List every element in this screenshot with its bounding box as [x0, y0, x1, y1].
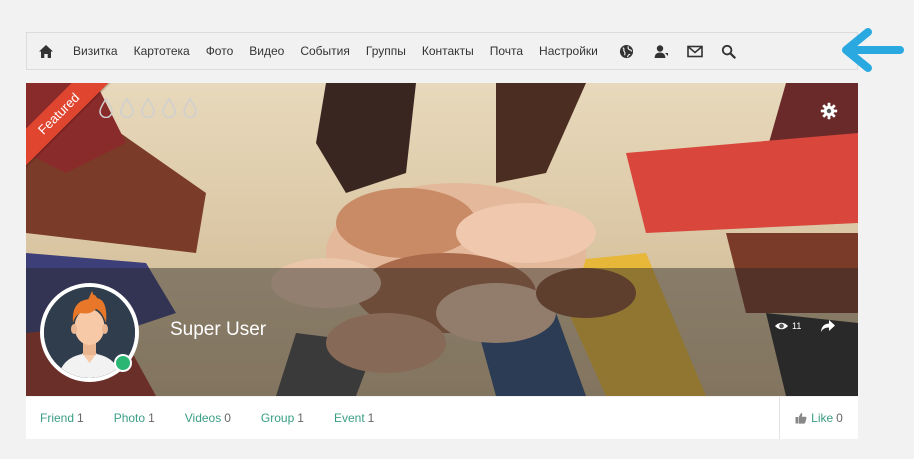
like-button[interactable]: Like 0: [779, 397, 858, 439]
stat-friends[interactable]: Friend 1: [40, 411, 84, 425]
rating-drop-icon[interactable]: [140, 98, 156, 118]
mail-icon[interactable]: [678, 33, 712, 69]
rating: [98, 98, 198, 118]
stat-photos[interactable]: Photo 1: [114, 411, 155, 425]
nav-item-settings[interactable]: Настройки: [531, 33, 606, 69]
rating-drop-icon[interactable]: [161, 98, 177, 118]
main-nav: Визитка Картотека Фото Видео События Гру…: [26, 32, 858, 70]
thumbs-up-icon: [795, 413, 807, 424]
gear-icon[interactable]: [820, 102, 838, 120]
rating-drop-icon[interactable]: [119, 98, 135, 118]
nav-item-vizitka[interactable]: Визитка: [63, 33, 126, 69]
online-status-dot: [114, 354, 132, 372]
stat-videos[interactable]: Videos 0: [185, 411, 231, 425]
cover-photo: Featured Super User 11: [26, 83, 858, 396]
user-icon[interactable]: [644, 33, 678, 69]
rating-drop-icon[interactable]: [98, 98, 114, 118]
rating-drop-icon[interactable]: [182, 98, 198, 118]
stat-groups[interactable]: Group 1: [261, 411, 304, 425]
nav-item-mail[interactable]: Почта: [482, 33, 531, 69]
eye-icon: [774, 322, 789, 330]
search-icon[interactable]: [712, 33, 746, 69]
stat-events[interactable]: Event 1: [334, 411, 374, 425]
arrow-left-icon: [842, 28, 904, 72]
nav-item-contacts[interactable]: Контакты: [414, 33, 482, 69]
nav-item-groups[interactable]: Группы: [358, 33, 414, 69]
views-count: 11: [792, 321, 802, 331]
nav-item-video[interactable]: Видео: [241, 33, 292, 69]
nav-item-events[interactable]: События: [292, 33, 358, 69]
nav-item-kartoteka[interactable]: Картотека: [126, 33, 198, 69]
globe-icon[interactable]: [610, 33, 644, 69]
profile-stats-bar: Friend 1 Photo 1 Videos 0 Group 1 Event 1 Lik…: [26, 397, 858, 439]
views-counter: 11: [774, 321, 801, 331]
cover-overlay: [26, 268, 858, 396]
home-icon[interactable]: [29, 33, 63, 69]
share-icon[interactable]: [820, 319, 836, 333]
user-name[interactable]: Super User: [170, 319, 266, 341]
nav-item-photo[interactable]: Фото: [198, 33, 242, 69]
